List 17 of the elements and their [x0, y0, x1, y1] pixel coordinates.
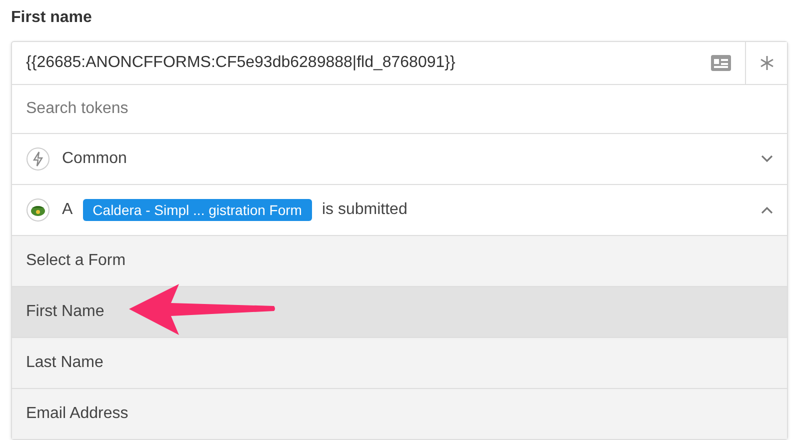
app-logo-icon	[26, 198, 50, 222]
search-field[interactable]: Search tokens	[12, 85, 787, 134]
token-item[interactable]: First Name	[12, 287, 787, 338]
token-item[interactable]: Select a Form	[12, 236, 787, 287]
asterisk-icon	[758, 55, 774, 71]
trigger-prefix: A	[62, 201, 73, 219]
form-tag: Caldera - Simpl ... gistration Form	[82, 199, 312, 221]
token-item[interactable]: Email Address	[12, 389, 787, 439]
group-header[interactable]: Common	[12, 134, 787, 185]
trigger-suffix: is submitted	[322, 201, 408, 219]
token-field[interactable]: {{26685:ANONCFFORMS:CF5e93db6289888|fld_8768091}}	[12, 54, 711, 72]
token-item[interactable]: Last Name	[12, 338, 787, 389]
asterisk-button[interactable]	[745, 42, 787, 84]
field-label: First name	[11, 8, 93, 28]
contact-card-icon[interactable]	[711, 55, 731, 71]
group-label: Common	[62, 150, 127, 168]
lightning-icon	[26, 147, 50, 171]
